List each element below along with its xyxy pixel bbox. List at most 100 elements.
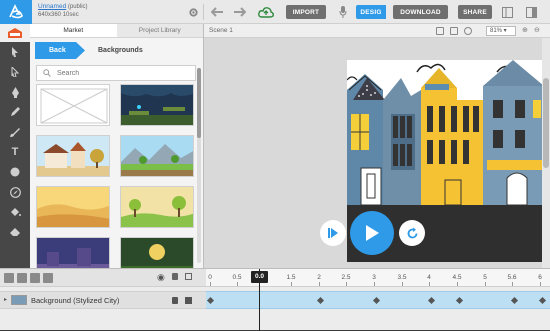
timeline-tick-mark	[237, 282, 238, 286]
layout-icon[interactable]	[500, 5, 514, 19]
timeline: ◉ 0 0.5 1.5 2 2.5 3 3.5 4 4.5 5 5.6 6 ▸ Background …	[0, 268, 550, 331]
project-name-link[interactable]: Unnamed	[38, 3, 66, 10]
project-resolution: 640x360	[38, 12, 62, 18]
top-bar: Unnamed (public) 640x360 10sec IMPORT DE…	[0, 0, 550, 24]
play-from-start-icon	[328, 228, 338, 238]
crop-icon[interactable]	[450, 27, 458, 35]
eraser-icon[interactable]	[0, 222, 30, 242]
timeline-tick-mark	[457, 282, 458, 286]
library-scrollbar[interactable]	[197, 68, 201, 263]
text-tool-icon[interactable]: T	[0, 142, 30, 162]
layer-lock-icon[interactable]	[172, 297, 178, 304]
timeline-tick-mark	[319, 282, 320, 286]
microphone-icon[interactable]	[336, 5, 350, 19]
timeline-tick-mark	[291, 282, 292, 286]
keyframe[interactable]	[206, 296, 215, 305]
scene-canvas[interactable]	[347, 60, 544, 205]
timeline-tick-label: 5	[483, 274, 487, 281]
logo-icon	[9, 4, 23, 19]
pencil-icon[interactable]	[0, 102, 30, 122]
thumbnail-desert[interactable]	[36, 186, 110, 228]
timeline-tick-label: 0.5	[232, 274, 242, 281]
layer-color-icon[interactable]	[185, 297, 192, 304]
fit-screen-icon[interactable]	[436, 27, 444, 35]
thumbnail-hills[interactable]	[120, 135, 194, 177]
pen-tool-icon[interactable]	[0, 82, 30, 102]
keyframe[interactable]	[510, 296, 519, 305]
thumbnail-meadow[interactable]	[120, 186, 194, 228]
play-from-start-button[interactable]	[320, 220, 346, 246]
keyframe[interactable]	[455, 296, 464, 305]
timeline-tick-mark	[374, 282, 375, 286]
project-duration: 10sec	[62, 12, 79, 18]
breadcrumb: Backgrounds	[98, 47, 143, 54]
timeline-tick-label: 4	[427, 274, 431, 281]
timeline-tick-label: 0	[208, 274, 212, 281]
copy-icon[interactable]	[30, 273, 40, 283]
library-scroll-thumb[interactable]	[197, 68, 201, 138]
keyframe[interactable]	[538, 296, 547, 305]
panel-icon[interactable]	[524, 5, 538, 19]
group-icon[interactable]	[17, 273, 27, 283]
app-logo[interactable]	[0, 0, 32, 24]
share-button[interactable]: SHARE	[458, 5, 492, 19]
paint-bucket-icon[interactable]	[0, 202, 30, 222]
subselect-arrow-icon[interactable]	[0, 62, 30, 82]
library-panel: Market Project Library Back Backgrounds	[30, 24, 204, 268]
tab-project-library[interactable]: Project Library	[116, 24, 203, 37]
stylized-city-background	[347, 60, 544, 205]
lock-icon[interactable]	[172, 273, 178, 280]
select-arrow-icon[interactable]	[0, 42, 30, 62]
timeline-tick-label: 2.5	[341, 274, 351, 281]
search-input[interactable]	[57, 69, 187, 77]
thumbnail-village[interactable]	[36, 135, 110, 177]
stage-area: Scene 1 81% ▾ ⊕ ⊖	[204, 24, 550, 268]
timeline-tick-label: 5.6	[507, 274, 517, 281]
grid-toggle-icon[interactable]	[464, 27, 472, 35]
add-layer-icon[interactable]	[4, 273, 14, 283]
playhead-label[interactable]: 0.0	[251, 271, 269, 283]
undo-icon[interactable]	[210, 5, 224, 19]
thumbnail-blank[interactable]	[36, 84, 110, 126]
expand-arrow-icon[interactable]: ▸	[4, 296, 7, 303]
zoom-select[interactable]: 81% ▾	[486, 26, 516, 36]
compass-icon[interactable]	[0, 182, 30, 202]
loop-button[interactable]	[399, 220, 425, 246]
tool-sidebar: T	[0, 24, 30, 268]
eye-icon[interactable]: ◉	[157, 272, 165, 283]
import-button[interactable]: IMPORT	[286, 5, 326, 19]
stage-scrollbar[interactable]	[542, 38, 550, 268]
delete-layer-icon[interactable]	[43, 273, 53, 283]
keyframe[interactable]	[372, 296, 381, 305]
layer-track-background[interactable]	[206, 291, 550, 309]
cloud-save-icon[interactable]	[257, 5, 275, 19]
thumbnail-night-castle[interactable]	[36, 237, 110, 268]
thumbnail-cave[interactable]	[120, 84, 194, 126]
timeline-tick-mark	[210, 282, 211, 286]
thumbnail-forest-moon[interactable]	[120, 237, 194, 268]
play-icon	[366, 225, 379, 241]
search-box[interactable]	[36, 65, 196, 81]
tab-market[interactable]: Market	[30, 24, 117, 37]
keyframe[interactable]	[316, 296, 325, 305]
play-button[interactable]	[350, 211, 394, 255]
stage-toolbar: Scene 1 81% ▾ ⊕ ⊖	[204, 24, 550, 38]
collapse-icon[interactable]	[185, 273, 192, 280]
home-icon[interactable]	[0, 24, 30, 42]
design-button[interactable]: DESIG	[356, 5, 386, 19]
timeline-tick-label: 2	[317, 274, 321, 281]
layer-row-background[interactable]: ▸ Background (Stylized City)	[0, 291, 206, 309]
brush-icon[interactable]	[0, 122, 30, 142]
gear-icon[interactable]	[186, 5, 200, 19]
layer-thumbnail	[11, 295, 27, 305]
zoom-out-icon[interactable]: ⊖	[534, 27, 542, 35]
download-button[interactable]: DOWNLOAD	[393, 5, 448, 19]
ellipse-tool-icon[interactable]	[0, 162, 30, 182]
zoom-in-icon[interactable]: ⊕	[522, 27, 530, 35]
timeline-tick-label: 1.5	[286, 274, 296, 281]
stage-scroll-thumb[interactable]	[543, 78, 549, 168]
back-button[interactable]: Back	[35, 42, 85, 59]
keyframe[interactable]	[427, 296, 436, 305]
redo-icon[interactable]	[232, 5, 246, 19]
library-tabs: Market Project Library	[30, 24, 203, 38]
